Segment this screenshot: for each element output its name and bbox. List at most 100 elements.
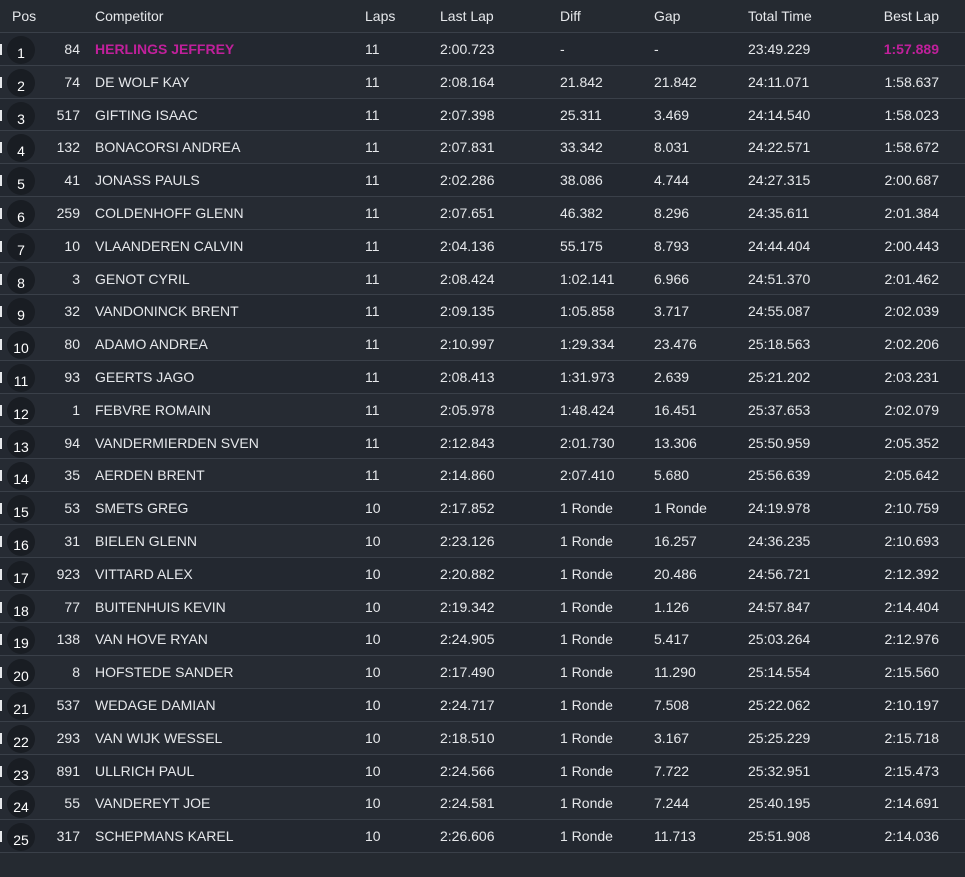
competitor-name[interactable]: HOFSTEDE SANDER	[95, 664, 233, 680]
table-row[interactable]: 10 80 ADAMO ANDREA 11 2:10.997 1:29.334 23.476…	[0, 328, 965, 361]
diff-cell: 2:07.410	[560, 467, 615, 484]
competitor-name[interactable]: VITTARD ALEX	[95, 566, 193, 582]
gap-cell: 8.793	[654, 237, 690, 254]
table-row[interactable]: 24 55 VANDEREYT JOE 10 2:24.581 1 Ronde 7.244 2…	[0, 787, 965, 821]
competitor-number: 31	[64, 532, 80, 549]
table-row[interactable]: 17 923 VITTARD ALEX 10 2:20.882 1 Ronde 20.486…	[0, 557, 965, 591]
diff-cell: 1:31.973	[560, 368, 615, 385]
header-total-time[interactable]: Total Time	[748, 8, 812, 24]
competitor-number: 293	[56, 729, 80, 746]
row-marker	[0, 142, 2, 154]
position-badge: 16	[7, 527, 35, 556]
competitor-name[interactable]: DE WOLF KAY	[95, 74, 190, 90]
competitor-name[interactable]: GIFTING ISAAC	[95, 107, 198, 123]
table-row[interactable]: 5 41 JONASS PAULS 11 2:02.286 38.086 4.744 24:2…	[0, 164, 965, 197]
header-laps[interactable]: Laps	[365, 8, 395, 24]
diff-cell: 33.342	[560, 139, 603, 156]
table-row[interactable]: 3 517 GIFTING ISAAC 11 2:07.398 25.311 3.469 24…	[0, 98, 965, 132]
competitor-name[interactable]: VAN HOVE RYAN	[95, 631, 208, 647]
table-row[interactable]: 1 84 HERLINGS JEFFREY 11 2:00.723 - - 23:49.229…	[0, 33, 965, 66]
best-lap-cell: 2:15.718	[884, 729, 940, 746]
competitor-name[interactable]: BUITENHUIS KEVIN	[95, 599, 226, 615]
diff-cell: 1:48.424	[560, 401, 615, 418]
position-badge: 21	[7, 691, 35, 720]
table-row[interactable]: 23 891 ULLRICH PAUL 10 2:24.566 1 Ronde 7.722 2…	[0, 754, 965, 788]
competitor-number: 93	[64, 368, 80, 385]
best-lap-cell: 2:05.642	[884, 467, 940, 484]
header-gap[interactable]: Gap	[654, 8, 680, 24]
competitor-name[interactable]: HERLINGS JEFFREY	[95, 41, 234, 57]
diff-cell: 1:29.334	[560, 336, 615, 353]
header-diff[interactable]: Diff	[560, 8, 581, 24]
table-row[interactable]: 22 293 VAN WIJK WESSEL 10 2:18.510 1 Ronde 3.1…	[0, 721, 965, 755]
table-row[interactable]: 15 53 SMETS GREG 10 2:17.852 1 Ronde 1 Ronde 24…	[0, 492, 965, 525]
table-row[interactable]: 7 10 VLAANDEREN CALVIN 11 2:04.136 55.175 8.79…	[0, 229, 965, 263]
competitor-name[interactable]: GEERTS JAGO	[95, 369, 194, 385]
competitor-name[interactable]: VLAANDEREN CALVIN	[95, 238, 243, 254]
diff-cell: 38.086	[560, 172, 603, 189]
competitor-number: 55	[64, 795, 80, 812]
table-row[interactable]: 20 8 HOFSTEDE SANDER 10 2:17.490 1 Ronde 11.29…	[0, 656, 965, 689]
table-row[interactable]: 21 537 WEDAGE DAMIAN 10 2:24.717 1 Ronde 7.508…	[0, 688, 965, 722]
laps-cell: 10	[365, 696, 381, 713]
competitor-name[interactable]: SMETS GREG	[95, 500, 188, 516]
table-row[interactable]: 19 138 VAN HOVE RYAN 10 2:24.905 1 Ronde 5.417…	[0, 623, 965, 657]
gap-cell: 11.713	[654, 828, 696, 845]
table-row[interactable]: 16 31 BIELEN GLENN 10 2:23.126 1 Ronde 16.257 2…	[0, 524, 965, 558]
total-time-cell: 24:14.540	[748, 106, 811, 123]
table-row[interactable]: 18 77 BUITENHUIS KEVIN 10 2:19.342 1 Ronde 1.1…	[0, 590, 965, 624]
position-badge: 18	[7, 593, 35, 622]
row-marker	[0, 699, 2, 711]
competitor-name[interactable]: VAN WIJK WESSEL	[95, 730, 222, 746]
table-row[interactable]: 14 35 AERDEN BRENT 11 2:14.860 2:07.410 5.680 2…	[0, 459, 965, 493]
header-best-lap[interactable]: Best Lap	[884, 8, 939, 24]
table-row[interactable]: 25 317 SCHEPMANS KAREL 10 2:26.606 1 Ronde 11.…	[0, 820, 965, 853]
row-marker	[0, 437, 2, 449]
total-time-cell: 25:51.908	[748, 828, 811, 845]
table-row[interactable]: 9 32 VANDONINCK BRENT 11 2:09.135 1:05.858 3.7…	[0, 295, 965, 329]
position-badge: 10	[7, 331, 35, 360]
best-lap-cell: 1:58.023	[884, 106, 940, 123]
gap-cell: 1 Ronde	[654, 500, 707, 517]
competitor-name[interactable]: VANDEREYT JOE	[95, 795, 210, 811]
competitor-name[interactable]: COLDENHOFF GLENN	[95, 205, 244, 221]
table-row[interactable]: 6 259 COLDENHOFF GLENN 11 2:07.651 46.382 8.29…	[0, 196, 965, 230]
table-row[interactable]: 8 3 GENOT CYRIL 11 2:08.424 1:02.141 6.966 24:5…	[0, 262, 965, 296]
diff-cell: 1 Ronde	[560, 795, 613, 812]
table-row[interactable]: 4 132 BONACORSI ANDREA 11 2:07.831 33.342 8.03…	[0, 131, 965, 165]
last-lap-cell: 2:18.510	[440, 729, 495, 746]
competitor-name[interactable]: VANDONINCK BRENT	[95, 303, 239, 319]
table-body: 1 84 HERLINGS JEFFREY 11 2:00.723- -23:49.229…	[0, 33, 965, 853]
competitor-name[interactable]: SCHEPMANS KAREL	[95, 828, 233, 844]
competitor-name[interactable]: BIELEN GLENN	[95, 533, 197, 549]
diff-cell: 1 Ronde	[560, 729, 613, 746]
competitor-name[interactable]: AERDEN BRENT	[95, 467, 205, 483]
position-badge: 19	[7, 626, 35, 655]
best-lap-cell: 1:58.672	[884, 139, 940, 156]
last-lap-cell: 2:04.136	[440, 237, 495, 254]
last-lap-cell: 2:08.424	[440, 270, 495, 287]
competitor-name[interactable]: WEDAGE DAMIAN	[95, 697, 216, 713]
competitor-name[interactable]: FEBVRE ROMAIN	[95, 402, 211, 418]
gap-cell: 5.680	[654, 467, 690, 484]
table-row[interactable]: 12 1 FEBVRE ROMAIN 11 2:05.978 1:48.424 16.451…	[0, 393, 965, 427]
header-pos[interactable]: Pos	[12, 8, 36, 24]
best-lap-cell: 2:12.392	[884, 565, 940, 582]
total-time-cell: 25:18.563	[748, 336, 811, 353]
competitor-name[interactable]: ADAMO ANDREA	[95, 336, 208, 352]
laps-cell: 10	[365, 729, 381, 746]
header-competitor[interactable]: Competitor	[95, 8, 163, 24]
competitor-name[interactable]: JONASS PAULS	[95, 172, 200, 188]
competitor-name[interactable]: BONACORSI ANDREA	[95, 139, 240, 155]
table-row[interactable]: 13 94 VANDERMIERDEN SVEN 11 2:12.843 2:01.730…	[0, 426, 965, 460]
laps-cell: 11	[365, 106, 380, 123]
table-row[interactable]: 2 74 DE WOLF KAY 11 2:08.164 21.842 21.842 24:1…	[0, 65, 965, 99]
competitor-name[interactable]: ULLRICH PAUL	[95, 763, 194, 779]
header-last-lap[interactable]: Last Lap	[440, 8, 494, 24]
best-lap-cell: 2:12.976	[884, 631, 940, 648]
competitor-name[interactable]: GENOT CYRIL	[95, 271, 190, 287]
best-lap-cell: 2:02.206	[884, 336, 940, 353]
competitor-name[interactable]: VANDERMIERDEN SVEN	[95, 435, 259, 451]
table-row[interactable]: 11 93 GEERTS JAGO 11 2:08.413 1:31.973 2.639 25…	[0, 360, 965, 394]
diff-cell: 1 Ronde	[560, 565, 613, 582]
